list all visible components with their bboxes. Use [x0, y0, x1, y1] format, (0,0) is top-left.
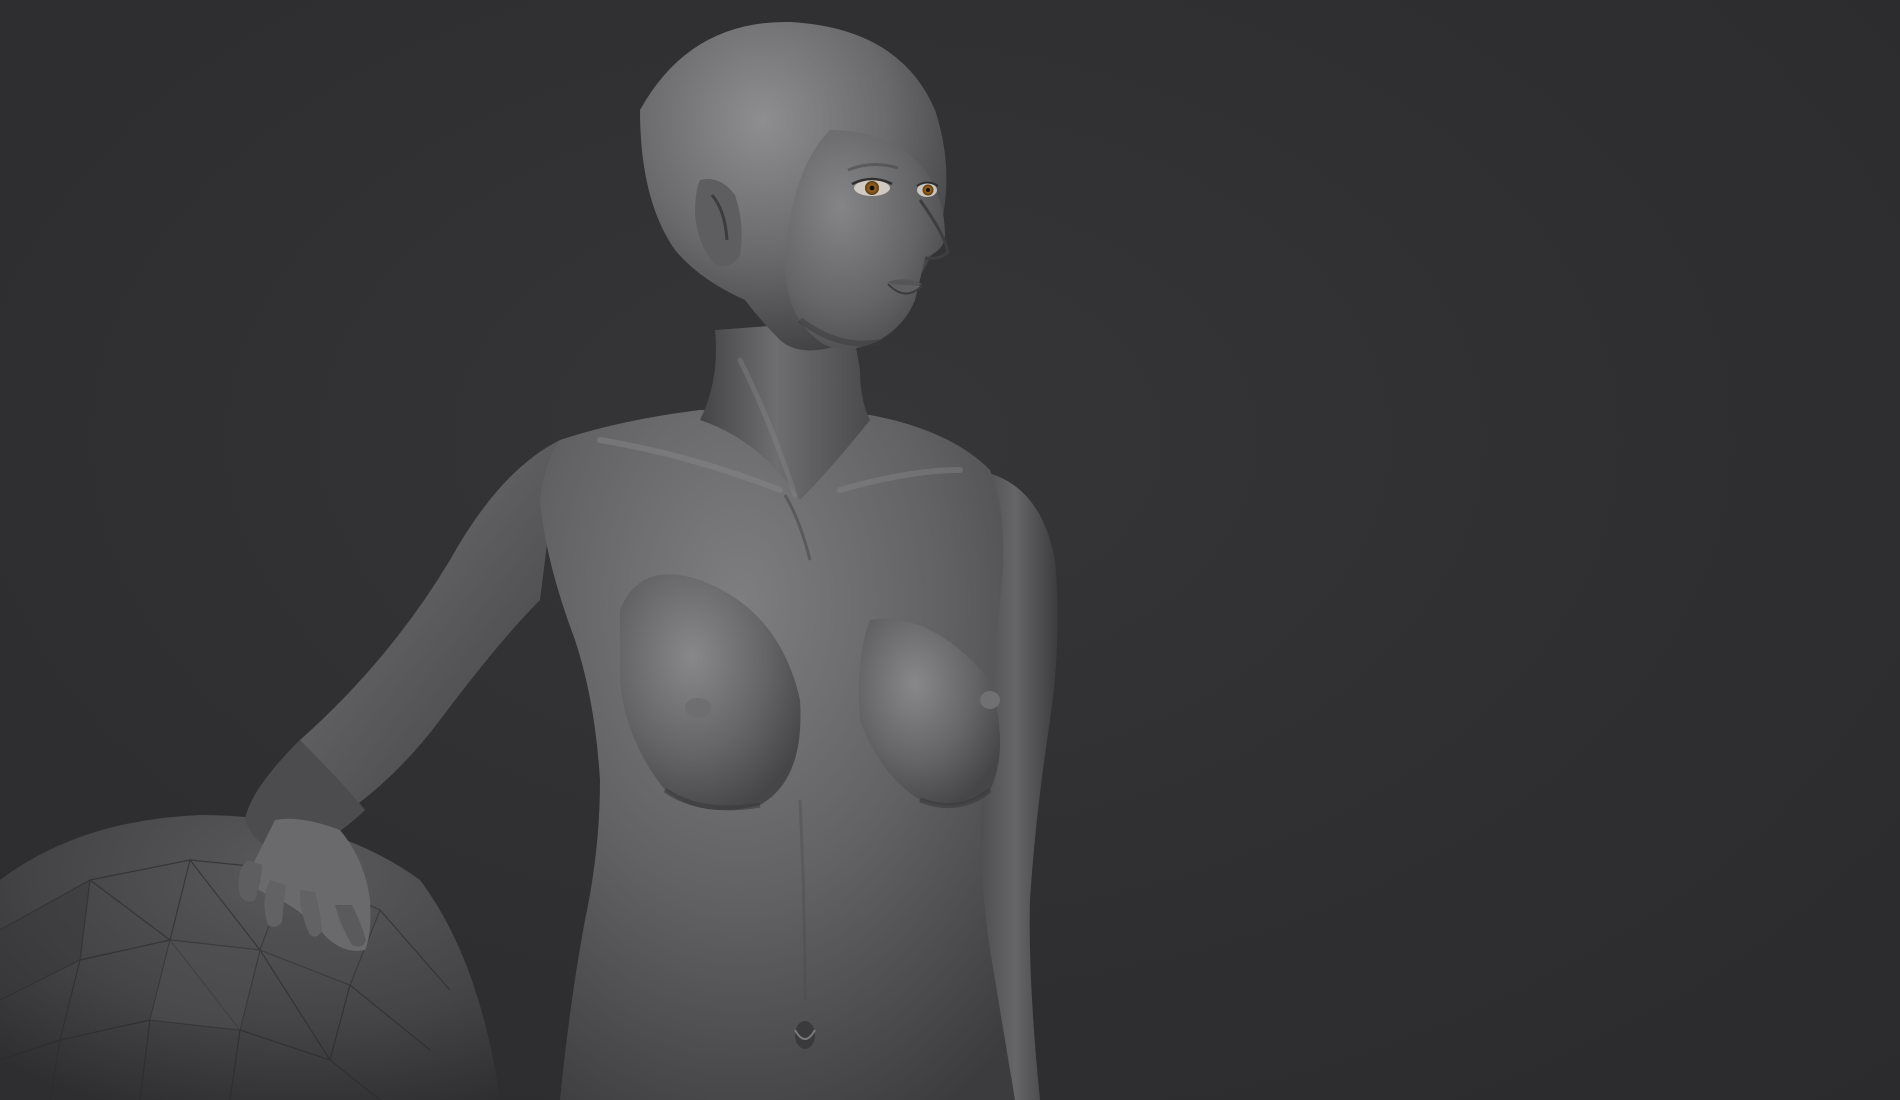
sculpt-scene [0, 21, 1058, 1100]
left-arm [245, 440, 560, 852]
boulder-prop [0, 815, 500, 1100]
sculpt-viewport[interactable] [0, 0, 1900, 1100]
head [640, 21, 950, 351]
